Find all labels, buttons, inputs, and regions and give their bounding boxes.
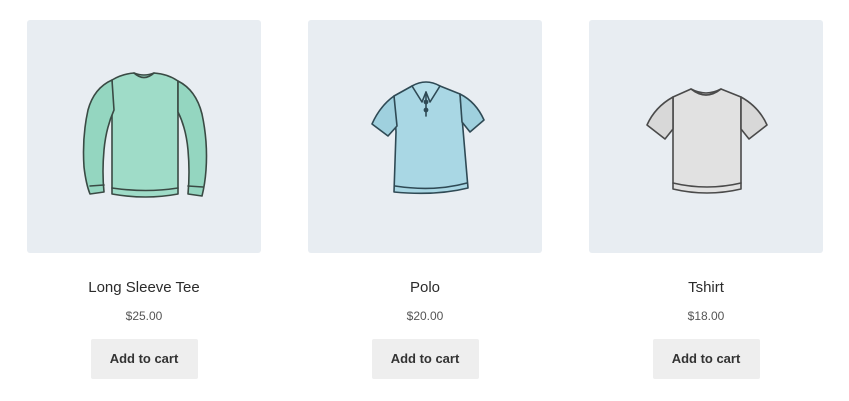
- product-image-link[interactable]: [27, 20, 261, 253]
- add-to-cart-button[interactable]: Add to cart: [371, 339, 479, 379]
- product-card: Tshirt $18.00 Add to cart: [589, 20, 823, 379]
- product-price: $18.00: [687, 309, 725, 323]
- product-title[interactable]: Long Sleeve Tee: [27, 278, 261, 298]
- tshirt-icon: [646, 87, 768, 194]
- product-card: Long Sleeve Tee $25.00 Add to cart: [27, 20, 261, 379]
- product-image-link[interactable]: [308, 20, 542, 253]
- product-title[interactable]: Tshirt: [589, 278, 823, 298]
- add-to-cart-button[interactable]: Add to cart: [652, 339, 760, 379]
- long-sleeve-tee-icon: [82, 71, 208, 198]
- product-price: $25.00: [125, 309, 163, 323]
- add-to-cart-button[interactable]: Add to cart: [90, 339, 198, 379]
- polo-shirt-icon: [371, 80, 485, 194]
- product-image-link[interactable]: [589, 20, 823, 253]
- product-title[interactable]: Polo: [308, 278, 542, 298]
- product-card: Polo $20.00 Add to cart: [308, 20, 542, 379]
- product-grid: Long Sleeve Tee $25.00 Add to cart Polo …: [0, 0, 849, 401]
- product-price: $20.00: [406, 309, 444, 323]
